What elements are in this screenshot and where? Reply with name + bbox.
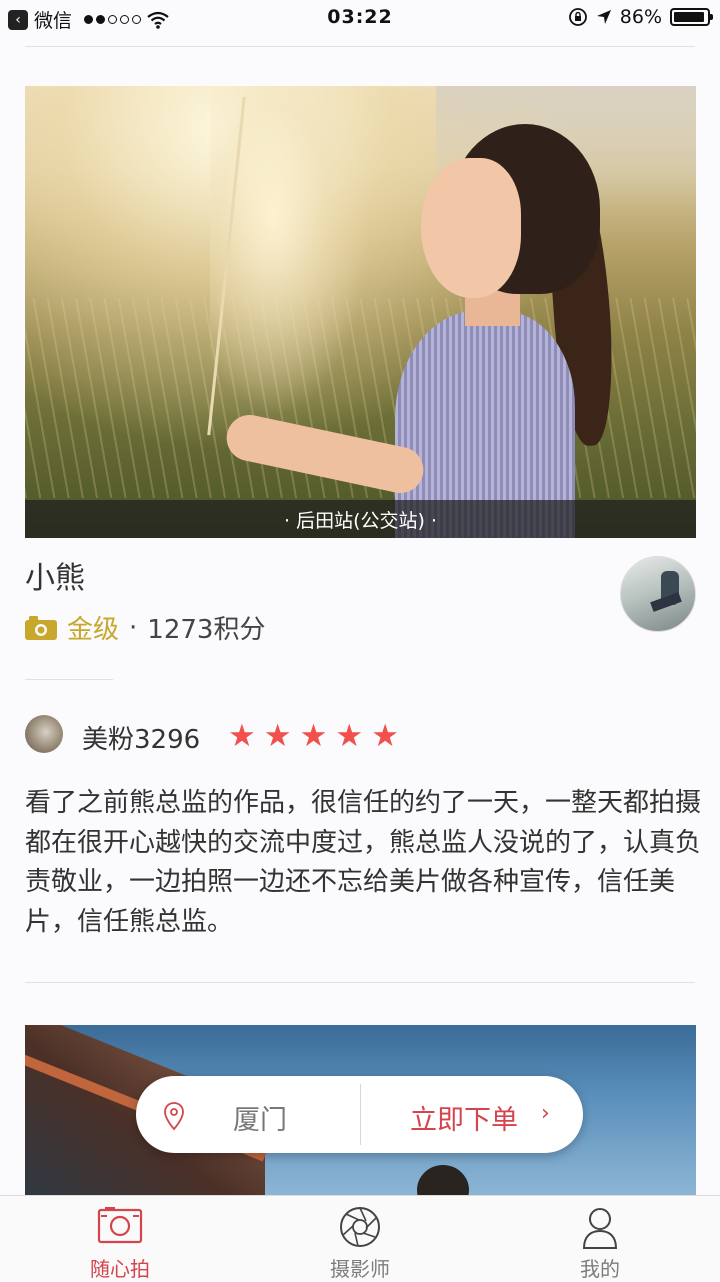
status-right: 86% — [568, 6, 713, 28]
star-icon: ★ — [228, 718, 256, 754]
star-icon: ★ — [263, 718, 292, 754]
location-caption: · 后田站(公交站) · — [25, 500, 696, 538]
rotation-lock-icon — [568, 8, 587, 26]
divider — [360, 1084, 361, 1145]
divider — [25, 46, 695, 47]
battery-icon — [670, 8, 713, 26]
camera-frame-icon — [97, 1207, 143, 1244]
divider — [25, 679, 113, 680]
camera-badge-icon — [25, 615, 57, 640]
location-pin-icon — [164, 1102, 184, 1131]
photographer-avatar[interactable] — [620, 556, 696, 632]
tab-label: 摄影师 — [330, 1257, 390, 1281]
level-label: 金级 — [67, 615, 120, 645]
review-text: 看了之前熊总监的作品，很信任的约了一天，一整天都拍摄都在很开心越快的交流中度过，… — [25, 788, 702, 937]
points-label: 1273积分 — [147, 615, 266, 645]
tab-bar: 随心拍 摄影师 我的 — [0, 1195, 720, 1281]
battery-percent: 86% — [619, 6, 662, 28]
aperture-icon — [340, 1207, 380, 1247]
reviewer-avatar[interactable] — [25, 715, 63, 753]
star-icon: ★ — [371, 718, 399, 754]
divider — [25, 982, 695, 983]
star-icon: ★ — [335, 718, 364, 754]
order-bar: 厦门 立即下单 › — [136, 1076, 583, 1153]
status-bar: ‹ 微信 03:22 86% — [0, 0, 720, 36]
separator: · — [129, 612, 138, 643]
photographer-name: 小熊 — [25, 561, 85, 596]
chevron-right-icon: › — [541, 1101, 550, 1126]
tab-label: 随心拍 — [90, 1257, 150, 1281]
tab-label: 我的 — [580, 1257, 620, 1281]
tab-photographer[interactable]: 摄影师 — [285, 1196, 435, 1281]
person-icon — [582, 1208, 618, 1249]
location-arrow-icon — [596, 10, 611, 24]
star-icon: ★ — [299, 718, 328, 754]
sample-photo[interactable]: · 后田站(公交站) · — [25, 86, 696, 538]
tab-mine[interactable]: 我的 — [525, 1196, 675, 1281]
rating-stars: ★ ★ ★ ★ ★ — [228, 716, 399, 756]
city-selector[interactable]: 厦门 — [233, 1098, 287, 1137]
tab-suixinpai[interactable]: 随心拍 — [45, 1196, 195, 1281]
order-now-button[interactable]: 立即下单 — [410, 1098, 518, 1137]
reviewer-name: 美粉3296 — [82, 725, 201, 755]
level-row: 金级 · 1273积分 — [25, 609, 265, 646]
